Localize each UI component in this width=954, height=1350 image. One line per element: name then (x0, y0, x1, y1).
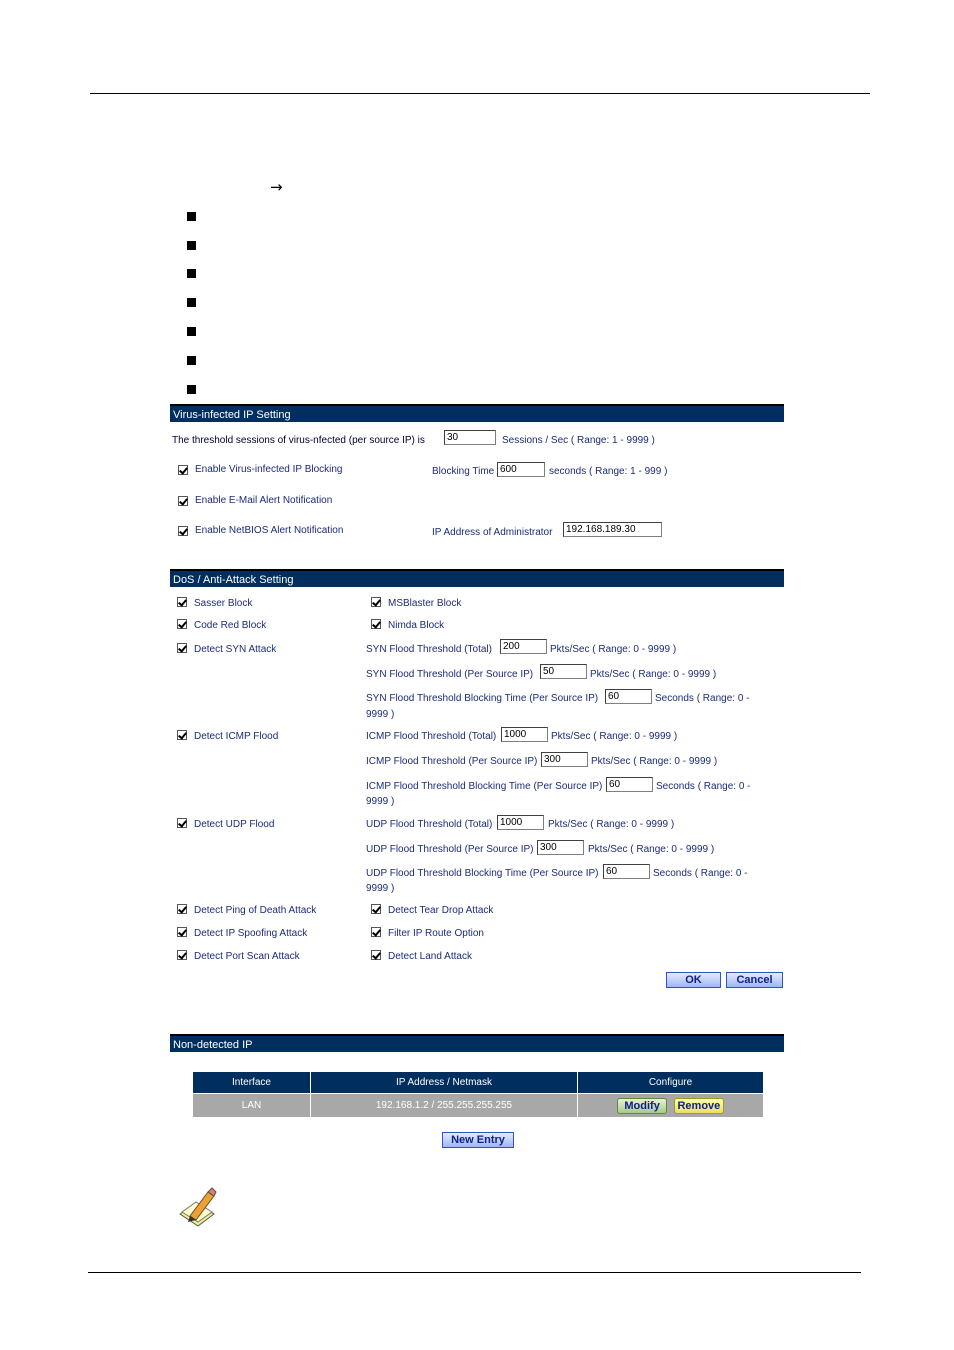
threshold-label: The threshold sessions of virus-nfected … (172, 435, 425, 446)
row-ip-netmask: 192.168.1.2 / 255.255.255.255 (310, 1093, 578, 1118)
icmp-block-unit: Seconds ( Range: 0 - (656, 781, 751, 792)
bullet-icon (187, 298, 196, 307)
bullet-icon (187, 212, 196, 221)
tear-drop-label: Detect Tear Drop Attack (388, 905, 494, 916)
codered-label: Code Red Block (194, 620, 267, 631)
header-rule (90, 93, 870, 94)
virus-section-header: Virus-infected IP Setting (170, 404, 784, 422)
threshold-unit: Sessions / Sec ( Range: 1 - 9999 ) (502, 435, 655, 446)
virus-blocking-label: Enable Virus-infected IP Blocking (195, 464, 343, 475)
sasser-checkbox[interactable] (177, 597, 187, 607)
syn-checkbox[interactable] (177, 643, 187, 653)
udp-total-unit: Pkts/Sec ( Range: 0 - 9999 ) (548, 819, 675, 830)
port-scan-checkbox[interactable] (177, 950, 187, 960)
syn-per-label: SYN Flood Threshold (Per Source IP) (366, 669, 534, 680)
table-row: LAN 192.168.1.2 / 255.255.255.255 Modify… (192, 1093, 764, 1118)
nondetected-table: Interface IP Address / Netmask Configure… (192, 1071, 764, 1118)
col-configure: Configure (577, 1071, 764, 1094)
bullet-icon (187, 385, 196, 394)
blocking-time-unit: seconds ( Range: 1 - 999 ) (549, 466, 668, 477)
icmp-block-unit-cont: 9999 ) (366, 796, 395, 807)
bullet-icon (187, 356, 196, 365)
bullet-icon (187, 241, 196, 250)
netbios-alert-checkbox[interactable] (178, 526, 188, 536)
codered-checkbox[interactable] (177, 619, 187, 629)
sasser-label: Sasser Block (194, 598, 253, 609)
blocking-time-label: Blocking Time (432, 466, 495, 477)
syn-block-label: SYN Flood Threshold Blocking Time (Per S… (366, 693, 599, 704)
email-alert-checkbox[interactable] (178, 496, 188, 506)
ip-route-label: Filter IP Route Option (388, 928, 484, 939)
new-entry-button[interactable]: New Entry (442, 1132, 514, 1148)
syn-per-input[interactable]: 50 (540, 664, 587, 679)
ok-button[interactable]: OK (666, 972, 721, 988)
syn-per-unit: Pkts/Sec ( Range: 0 - 9999 ) (590, 669, 717, 680)
icmp-total-label: ICMP Flood Threshold (Total) (366, 731, 497, 742)
udp-total-input[interactable]: 1000 (497, 815, 544, 830)
ip-spoof-checkbox[interactable] (177, 927, 187, 937)
ip-spoof-label: Detect IP Spoofing Attack (194, 928, 308, 939)
icmp-label: Detect ICMP Flood (194, 731, 279, 742)
udp-label: Detect UDP Flood (194, 819, 275, 830)
remove-button[interactable]: Remove (673, 1097, 724, 1114)
ip-route-checkbox[interactable] (371, 927, 381, 937)
icmp-per-label: ICMP Flood Threshold (Per Source IP) (366, 756, 538, 767)
syn-total-unit: Pkts/Sec ( Range: 0 - 9999 ) (550, 644, 677, 655)
nimda-label: Nimda Block (388, 620, 445, 631)
icmp-block-input[interactable]: 60 (606, 777, 653, 792)
udp-per-label: UDP Flood Threshold (Per Source IP) (366, 844, 534, 855)
syn-block-input[interactable]: 60 (605, 689, 652, 704)
right-arrow-icon: → (270, 178, 283, 196)
syn-block-unit-cont: 9999 ) (366, 709, 395, 720)
land-checkbox[interactable] (371, 950, 381, 960)
bullet-icon (187, 327, 196, 336)
virus-blocking-checkbox[interactable] (178, 465, 188, 475)
threshold-input[interactable]: 30 (444, 430, 496, 445)
udp-per-unit: Pkts/Sec ( Range: 0 - 9999 ) (588, 844, 715, 855)
row-configure: Modify Remove (577, 1093, 764, 1118)
udp-block-label: UDP Flood Threshold Blocking Time (Per S… (366, 868, 599, 879)
icmp-per-unit: Pkts/Sec ( Range: 0 - 9999 ) (591, 756, 718, 767)
col-interface: Interface (192, 1071, 311, 1094)
email-alert-label: Enable E-Mail Alert Notification (195, 495, 333, 506)
udp-block-unit-cont: 9999 ) (366, 883, 395, 894)
icmp-total-input[interactable]: 1000 (501, 727, 548, 742)
cancel-button[interactable]: Cancel (726, 972, 783, 988)
row-interface: LAN (192, 1093, 311, 1118)
pencil-note-icon (179, 1187, 217, 1227)
udp-per-input[interactable]: 300 (537, 840, 584, 855)
icmp-block-label: ICMP Flood Threshold Blocking Time (Per … (366, 781, 603, 792)
syn-total-input[interactable]: 200 (500, 639, 547, 654)
syn-block-unit: Seconds ( Range: 0 - (655, 693, 750, 704)
blocking-time-input[interactable]: 600 (497, 462, 545, 477)
bullet-icon (187, 269, 196, 278)
modify-button[interactable]: Modify (617, 1097, 668, 1114)
dos-section-header: DoS / Anti-Attack Setting (170, 569, 784, 587)
port-scan-label: Detect Port Scan Attack (194, 951, 300, 962)
nimda-checkbox[interactable] (371, 619, 381, 629)
msblaster-label: MSBlaster Block (388, 598, 462, 609)
netbios-alert-label: Enable NetBIOS Alert Notification (195, 525, 344, 536)
udp-checkbox[interactable] (177, 818, 187, 828)
ping-death-label: Detect Ping of Death Attack (194, 905, 317, 916)
icmp-total-unit: Pkts/Sec ( Range: 0 - 9999 ) (551, 731, 678, 742)
icmp-per-input[interactable]: 300 (541, 752, 588, 767)
udp-block-unit: Seconds ( Range: 0 - (653, 868, 748, 879)
footer-rule (88, 1272, 861, 1273)
land-label: Detect Land Attack (388, 951, 472, 962)
udp-total-label: UDP Flood Threshold (Total) (366, 819, 493, 830)
admin-ip-input[interactable]: 192.168.189.30 (563, 522, 662, 537)
msblaster-checkbox[interactable] (371, 597, 381, 607)
tear-drop-checkbox[interactable] (371, 904, 381, 914)
ping-death-checkbox[interactable] (177, 904, 187, 914)
udp-block-input[interactable]: 60 (603, 864, 650, 879)
icmp-checkbox[interactable] (177, 730, 187, 740)
admin-ip-label: IP Address of Administrator (432, 527, 553, 538)
syn-label: Detect SYN Attack (194, 644, 277, 655)
nondetected-section-header: Non-detected IP (170, 1034, 784, 1052)
syn-total-label: SYN Flood Threshold (Total) (366, 644, 492, 655)
col-ip-netmask: IP Address / Netmask (310, 1071, 578, 1094)
